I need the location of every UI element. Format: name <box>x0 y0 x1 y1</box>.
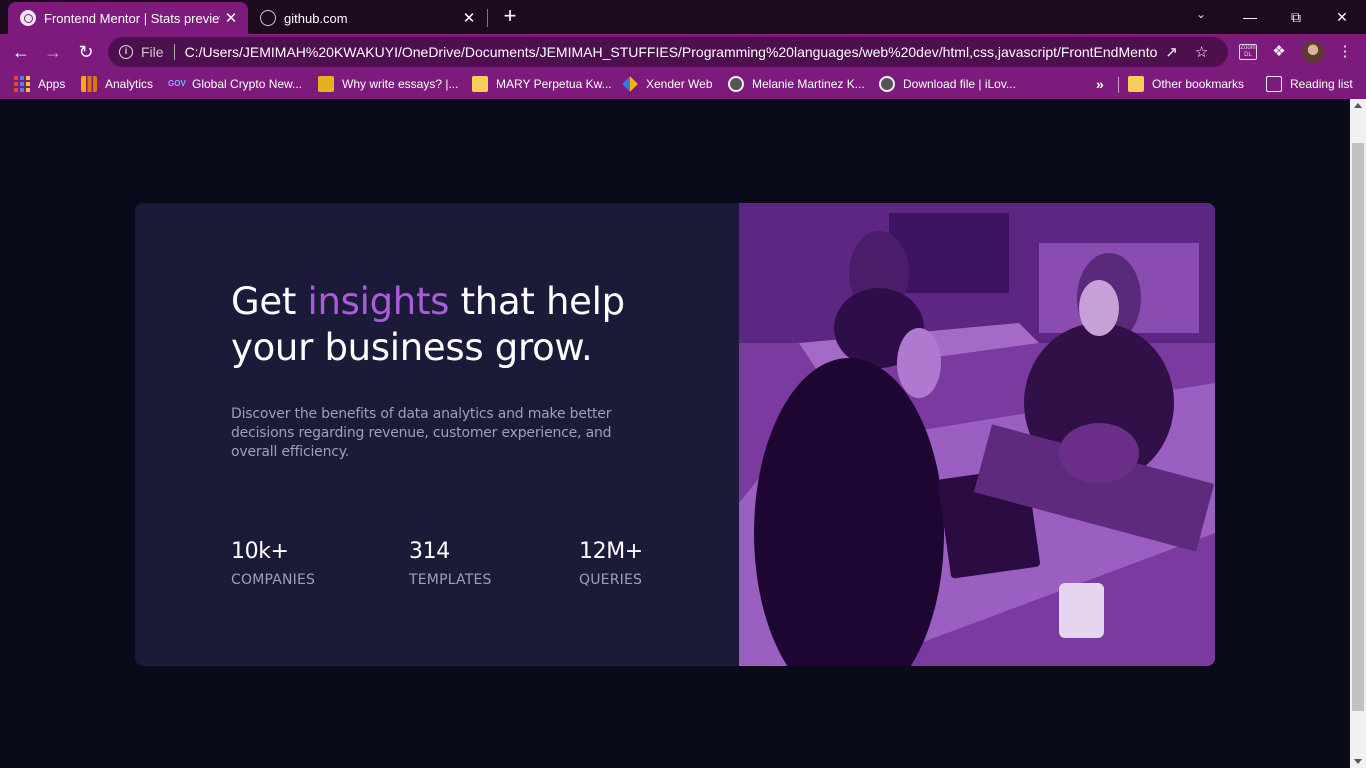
extensions-puzzle-icon[interactable]: ❖ <box>1268 41 1290 63</box>
close-tab-icon[interactable]: ✕ <box>458 9 480 27</box>
tab-github[interactable]: github.com ✕ <box>252 2 486 34</box>
minimize-button[interactable]: — <box>1230 4 1270 30</box>
analytics-icon <box>81 76 97 92</box>
bookmark-download-file[interactable]: Download file | iLov... <box>879 76 1016 92</box>
restore-button[interactable]: ⧉ <box>1276 4 1316 30</box>
profile-avatar[interactable] <box>1302 41 1324 63</box>
folder-icon <box>1128 76 1144 92</box>
address-divider <box>173 44 175 60</box>
stats-preview-card: Get insights that help your business gro… <box>135 203 1215 666</box>
globe-icon <box>260 10 276 26</box>
bookmark-star-icon[interactable]: ☆ <box>1187 43 1217 61</box>
stat-templates: 314 TEMPLATES <box>409 538 492 588</box>
bookmark-label: Xender Web <box>646 77 713 91</box>
globe-icon <box>728 76 744 92</box>
bookmarks-divider <box>1118 77 1119 93</box>
bookmark-label: Melanie Martinez K... <box>752 77 865 91</box>
folder-icon <box>472 76 488 92</box>
stat-value: 314 <box>409 539 450 564</box>
gov-icon: GOV <box>168 79 186 88</box>
photo-illustration <box>739 203 1215 666</box>
office-team-photo <box>739 203 1215 666</box>
address-bar[interactable]: i File C:/Users/JEMIMAH%20KWAKUYI/OneDri… <box>108 37 1228 67</box>
bookmark-analytics[interactable]: Analytics <box>81 76 153 92</box>
zoom-extension-icon[interactable]: Zoom DL <box>1237 41 1259 63</box>
bookmark-label: Other bookmarks <box>1152 77 1245 91</box>
bookmark-label: Global Crypto New... <box>192 77 303 91</box>
close-window-button[interactable]: ✕ <box>1322 4 1362 30</box>
bookmark-label: Download file | iLov... <box>903 77 1016 91</box>
tab-title: github.com <box>284 10 348 26</box>
frontend-mentor-favicon-icon <box>20 10 36 26</box>
scroll-thumb[interactable] <box>1352 143 1364 711</box>
stat-queries: 12M+ QUERIES <box>579 538 643 588</box>
bookmark-label: MARY Perpetua Kw... <box>496 77 612 91</box>
headline: Get insights that help your business gro… <box>231 279 651 371</box>
bookmarks-bar: Apps Analytics GOV Global Crypto New... … <box>0 70 1366 99</box>
stat-label: TEMPLATES <box>409 572 492 588</box>
tab-strip: Frontend Mentor | Stats preview c ✕ gith… <box>0 0 1366 34</box>
globe-icon <box>879 76 895 92</box>
stat-value: 12M+ <box>579 539 643 564</box>
page-viewport: Get insights that help your business gro… <box>0 99 1350 768</box>
scroll-down-arrow-icon[interactable] <box>1354 759 1362 764</box>
menu-kebab-icon[interactable]: ⋮ <box>1334 41 1356 63</box>
site-info-icon[interactable]: i <box>119 45 133 59</box>
tab-frontend-mentor[interactable]: Frontend Mentor | Stats preview c ✕ <box>8 2 248 34</box>
url-text[interactable]: C:/Users/JEMIMAH%20KWAKUYI/OneDrive/Docu… <box>185 44 1157 60</box>
stat-companies: 10k+ COMPANIES <box>231 538 315 588</box>
share-icon[interactable]: ↗ <box>1157 43 1187 61</box>
bookmark-why-write-essays[interactable]: Why write essays? |... <box>318 76 458 92</box>
bookmark-melanie-martinez[interactable]: Melanie Martinez K... <box>728 76 865 92</box>
stat-label: COMPANIES <box>231 572 316 588</box>
scroll-up-arrow-icon[interactable] <box>1354 103 1362 108</box>
headline-text: Get <box>231 280 308 323</box>
bookmark-label: Analytics <box>105 77 154 91</box>
bookmark-label: Apps <box>38 77 66 91</box>
bookmark-global-crypto[interactable]: GOV Global Crypto New... <box>168 76 302 92</box>
tab-title: Frontend Mentor | Stats preview c <box>44 10 220 26</box>
back-button[interactable]: ← <box>8 39 34 65</box>
bookmark-label: Reading list <box>1290 77 1353 91</box>
close-tab-icon[interactable]: ✕ <box>220 9 242 27</box>
essay-icon <box>318 76 334 92</box>
bookmark-apps[interactable]: Apps <box>14 76 65 92</box>
stat-label: QUERIES <box>579 572 643 588</box>
reading-list[interactable]: Reading list <box>1266 76 1353 92</box>
more-bookmarks-chevron-icon[interactable]: » <box>1096 76 1104 92</box>
bookmark-mary-perpetua[interactable]: MARY Perpetua Kw... <box>472 76 612 92</box>
other-bookmarks[interactable]: Other bookmarks <box>1128 76 1244 92</box>
forward-button[interactable]: → <box>40 39 66 65</box>
headline-accent: insights <box>307 280 450 323</box>
new-tab-button[interactable]: + <box>498 5 522 29</box>
stat-value: 10k+ <box>231 539 289 564</box>
reading-list-icon <box>1266 76 1282 92</box>
browser-toolbar: ← → ↻ i File C:/Users/JEMIMAH%20KWAKUYI/… <box>0 34 1366 70</box>
vertical-scrollbar[interactable] <box>1350 99 1366 768</box>
tab-divider <box>487 9 488 27</box>
reload-button[interactable]: ↻ <box>73 39 99 65</box>
file-scheme-label: File <box>141 44 164 60</box>
xender-icon <box>622 76 638 92</box>
bookmark-xender-web[interactable]: Xender Web <box>622 76 713 92</box>
card-content: Get insights that help your business gro… <box>231 279 651 462</box>
tab-search-chevron-icon[interactable]: ⌄ <box>1196 7 1206 21</box>
bookmark-label: Why write essays? |... <box>342 77 459 91</box>
apps-grid-icon <box>14 76 30 92</box>
description: Discover the benefits of data analytics … <box>231 406 612 460</box>
